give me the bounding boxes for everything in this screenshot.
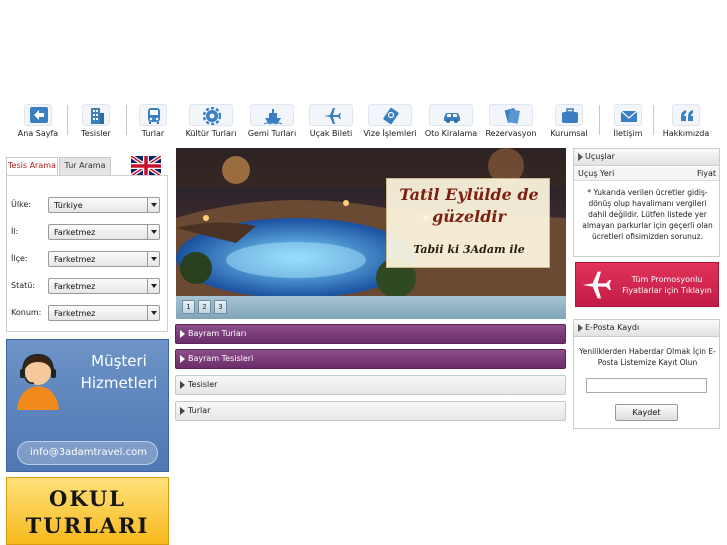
nav-divider [67, 105, 68, 135]
uk-flag-icon[interactable] [129, 154, 163, 178]
promo-banner[interactable]: Tüm Promosyonlu Fiyatlarlar için Tıklayı… [575, 262, 719, 307]
airplane-icon [582, 271, 611, 299]
chevron-down-icon [147, 306, 159, 320]
quote-icon [672, 104, 700, 126]
slider-pager: 1 2 3 [176, 296, 566, 319]
nav-divider [599, 105, 600, 135]
nav-item-oto-kiralama[interactable]: Oto Kiralama [422, 101, 480, 141]
statu-select[interactable]: Farketmez [48, 278, 160, 294]
headset-person-icon [13, 350, 63, 412]
konum-select[interactable]: Farketmez [48, 305, 160, 321]
flights-panel: Uçuşlar Uçuş Yeri Fiyat * Yukarıda veril… [573, 148, 720, 257]
field-il: İl: Farketmez [11, 224, 163, 240]
caret-right-icon [578, 153, 583, 161]
nav-item-vize-islemleri[interactable]: Vize İşlemleri [361, 101, 419, 141]
field-ilce: İlçe: Farketmez [11, 251, 163, 267]
caret-right-icon [180, 355, 185, 363]
ilce-select[interactable]: Farketmez [48, 251, 160, 267]
arrow-left-icon [24, 104, 52, 126]
customer-service-banner[interactable]: Müşteri Hizmetleri info@3adamtravel.com [6, 339, 169, 472]
newsletter-description: Yeniliklerden Haberdar Olmak İçin E-Post… [579, 347, 716, 367]
nav-item-hakkimizda[interactable]: Hakkımızda [661, 101, 711, 141]
main-navigation: Ana Sayfa Tesisler Turlar Kültür Turları… [0, 101, 727, 143]
nav-item-ucak-bileti[interactable]: Uçak Bileti [307, 101, 355, 141]
flights-panel-header[interactable]: Uçuşlar [574, 149, 719, 166]
nav-item-gemi-turlari[interactable]: Gemi Turları [244, 101, 300, 141]
nav-item-ana-sayfa[interactable]: Ana Sayfa [14, 101, 62, 141]
bus-icon [139, 104, 167, 126]
caret-right-icon [578, 324, 583, 332]
chevron-down-icon [147, 198, 159, 212]
nav-item-tesisler[interactable]: Tesisler [74, 101, 118, 141]
chevron-down-icon [147, 252, 159, 266]
building-icon [82, 104, 110, 126]
newsletter-panel-header[interactable]: E-Posta Kaydı [574, 320, 719, 337]
pager-button[interactable]: 1 [182, 300, 195, 314]
tab-tur-arama[interactable]: Tur Arama [59, 157, 111, 175]
nav-divider [126, 105, 127, 135]
accordion-tesisler[interactable]: Tesisler [175, 375, 566, 395]
field-konum: Konum: Farketmez [11, 305, 163, 321]
envelope-icon [614, 104, 642, 126]
flights-table-header: Uçuş Yeri Fiyat [574, 167, 719, 181]
pager-button[interactable]: 2 [198, 300, 211, 314]
nav-divider [653, 105, 654, 135]
field-ulke: Ülke: Türkiye [11, 197, 163, 213]
nav-item-rezervasyon[interactable]: Rezervasyon [483, 101, 539, 141]
hero-slider[interactable]: Tatil Eylülde de güzeldir Tabii ki 3Adam… [176, 148, 566, 296]
ship-icon [250, 104, 294, 126]
nav-item-kultur-turlari[interactable]: Kültür Turları [182, 101, 240, 141]
accordion-turlar[interactable]: Turlar [175, 401, 566, 421]
slide-caption: Tatil Eylülde de güzeldir Tabii ki 3Adam… [386, 178, 550, 268]
nav-item-kurumsal[interactable]: Kurumsal [548, 101, 590, 141]
nav-item-iletisim[interactable]: İletişim [608, 101, 648, 141]
il-select[interactable]: Farketmez [48, 224, 160, 240]
newsletter-email-input[interactable] [586, 378, 707, 393]
airplane-icon [309, 104, 353, 126]
chevron-down-icon [147, 279, 159, 293]
accordion-bayram-tesisleri[interactable]: Bayram Tesisleri [175, 349, 566, 369]
passport-icon [368, 104, 412, 126]
car-icon [429, 104, 473, 126]
chevron-down-icon [147, 225, 159, 239]
newsletter-panel: E-Posta Kaydı Yeniliklerden Haberdar Olm… [573, 319, 720, 429]
customer-service-email: info@3adamtravel.com [29, 447, 147, 458]
kaydet-button[interactable]: Kaydet [615, 404, 678, 421]
customer-service-email-box: info@3adamtravel.com [17, 441, 158, 465]
caret-right-icon [180, 407, 185, 415]
accordion-bayram-turlari[interactable]: Bayram Turları [175, 324, 566, 344]
customer-service-title: Müşteri Hizmetleri [80, 352, 158, 392]
caret-right-icon [180, 330, 185, 338]
briefcase-icon [555, 104, 583, 126]
gear-icon [189, 104, 233, 126]
caret-right-icon [180, 381, 185, 389]
flights-note: * Yukarıda verilen ücretler gidiş-dönüş … [582, 188, 713, 241]
facility-search-form: Ülke: Türkiye İl: Farketmez İlçe: Farket… [6, 175, 168, 332]
document-icon [489, 104, 533, 126]
pager-button[interactable]: 3 [214, 300, 227, 314]
tab-tesis-arama[interactable]: Tesis Arama [6, 157, 58, 175]
field-statu: Statü: Farketmez [11, 278, 163, 294]
ulke-select[interactable]: Türkiye [48, 197, 160, 213]
okul-turlari-banner[interactable]: OKUL TURLARI [6, 477, 169, 545]
nav-item-turlar[interactable]: Turlar [134, 101, 172, 141]
